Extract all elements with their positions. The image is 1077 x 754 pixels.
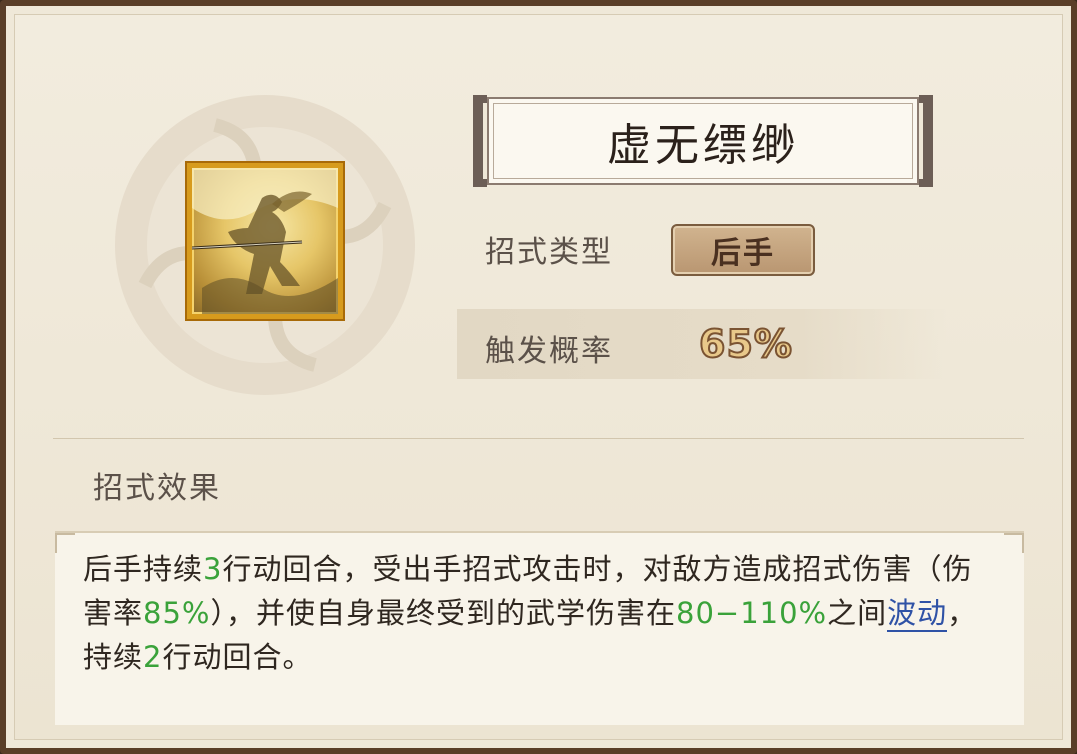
- desc-text: 之间: [827, 596, 888, 630]
- damage-rate-value: 85%: [143, 596, 211, 630]
- fluctuation-duration-value: 2: [143, 640, 163, 674]
- skill-portrait-icon[interactable]: [187, 163, 343, 319]
- desc-text: 行动回合。: [162, 640, 313, 674]
- title-box: 虚无缥缈: [487, 97, 919, 185]
- desc-text: 后手持续: [83, 552, 204, 586]
- skill-effect-heading: 招式效果: [93, 471, 221, 506]
- corner-ornament: [55, 533, 75, 553]
- damage-range-value: 80−110%: [676, 596, 828, 630]
- corner-ornament: [1004, 533, 1024, 553]
- fluctuation-keyword-link[interactable]: 波动: [887, 596, 948, 632]
- skill-type-badge: 后手: [671, 224, 815, 276]
- skill-type-value: 后手: [711, 236, 775, 271]
- section-divider: [53, 438, 1024, 439]
- skill-title-plate: 虚无缥缈: [473, 95, 933, 187]
- skill-effect-box: 后手持续3行动回合，受出手招式攻击时，对敌方造成招式伤害（伤害率85%），并使自…: [55, 531, 1024, 725]
- desc-text: ），并使自身最终受到的武学伤害在: [210, 596, 676, 630]
- trigger-probability-value: 65%: [698, 321, 793, 367]
- skill-detail-window: 虚无缥缈 招式类型 后手 触发概率 65% 招式效果 后手持续3行动回合，受出手…: [0, 0, 1077, 754]
- title-bracket-right: [919, 95, 933, 187]
- title-bracket-left: [473, 95, 487, 187]
- skill-effect-description: 后手持续3行动回合，受出手招式攻击时，对敌方造成招式伤害（伤害率85%），并使自…: [83, 547, 994, 679]
- skill-name: 虚无缥缈: [607, 120, 799, 171]
- swordsman-silhouette-icon: [192, 168, 338, 314]
- skill-panel: 虚无缥缈 招式类型 后手 触发概率 65% 招式效果 后手持续3行动回合，受出手…: [14, 14, 1063, 740]
- skill-type-label: 招式类型: [485, 235, 613, 270]
- duration-value: 3: [203, 552, 223, 586]
- trigger-probability-label: 触发概率: [485, 334, 613, 369]
